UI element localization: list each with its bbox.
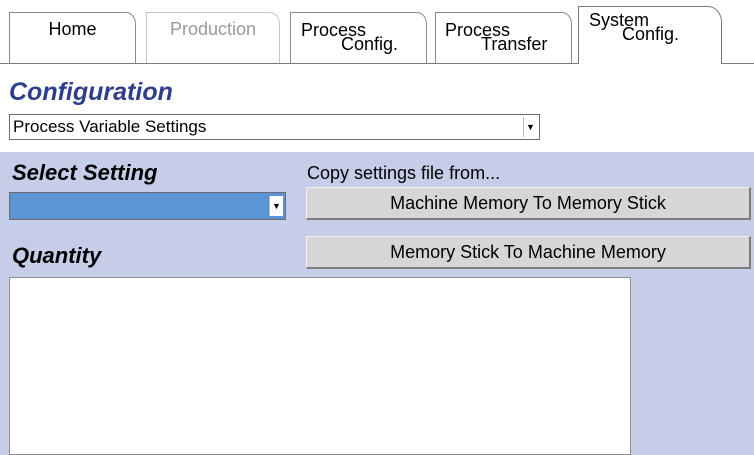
tab-label-line2: Config.	[622, 24, 680, 44]
tab-process-transfer[interactable]: Process Transfer	[435, 12, 572, 63]
tab-baseline	[722, 63, 754, 64]
copy-settings-label: Copy settings file from...	[307, 163, 501, 183]
chevron-down-icon[interactable]: ▼	[269, 196, 283, 216]
tab-label: Home	[48, 19, 97, 39]
machine-to-stick-button[interactable]: Machine Memory To Memory Stick	[306, 187, 751, 220]
tab-process-config[interactable]: Process Config.	[290, 12, 427, 63]
tab-system-config[interactable]: System Config.	[578, 6, 722, 64]
setting-select[interactable]: ▼	[9, 192, 286, 220]
quantity-label: Quantity	[12, 243, 102, 268]
configuration-select[interactable]: Process Variable Settings ▼	[9, 114, 540, 140]
page-title: Configuration	[9, 78, 173, 106]
tab-label-line2: Transfer	[481, 34, 548, 54]
tab-production[interactable]: Production	[146, 12, 280, 63]
tab-home[interactable]: Home	[9, 12, 136, 63]
tab-label: Production	[169, 19, 257, 39]
stick-to-machine-button[interactable]: Memory Stick To Machine Memory	[306, 236, 751, 269]
configuration-select-value: Process Variable Settings	[13, 117, 207, 136]
chevron-down-icon[interactable]: ▼	[523, 117, 537, 137]
tab-baseline	[0, 63, 578, 64]
quantity-box[interactable]	[9, 277, 631, 455]
tab-bar: Home Production Process Config. Process …	[0, 0, 754, 64]
tab-label-line2: Config.	[341, 34, 399, 54]
select-setting-label: Select Setting	[12, 160, 158, 185]
